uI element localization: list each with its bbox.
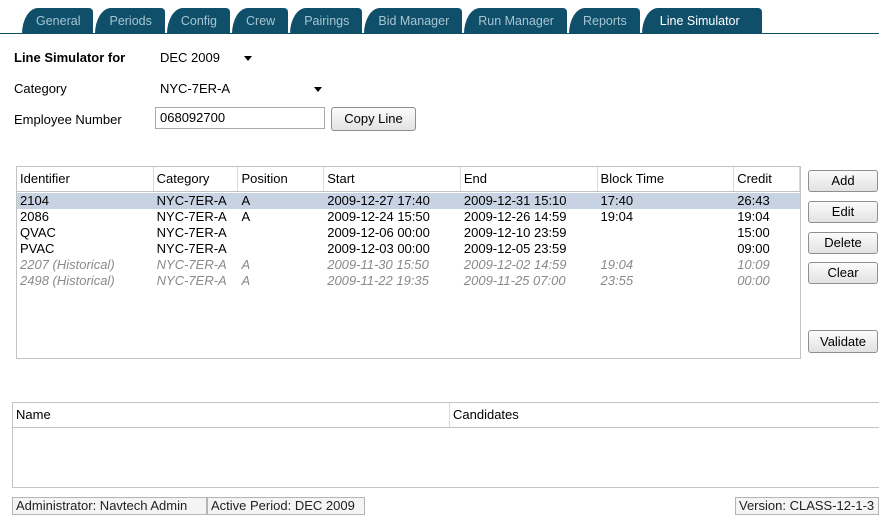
delete-button[interactable]: Delete — [808, 232, 878, 254]
table-cell: NYC-7ER-A — [156, 241, 227, 256]
tab-strip: General Periods Config Crew Pairings Bid Mana… — [22, 8, 764, 34]
table-cell — [238, 225, 324, 241]
table-cell: NYC-7ER-A — [156, 209, 227, 224]
table-cell: A — [241, 193, 251, 208]
category-select-value: NYC-7ER-A — [160, 81, 231, 96]
column-header-credit[interactable]: Credit — [734, 167, 801, 191]
employee-number-label: Employee Number — [14, 112, 122, 127]
table-cell: A — [241, 209, 251, 224]
tab-underline — [0, 33, 879, 34]
table-cell: 19:04 — [600, 257, 634, 272]
period-select-value: DEC 2009 — [160, 50, 220, 65]
table-cell: 2009-12-27 17:40 — [327, 193, 430, 208]
table-cell: NYC-7ER-A — [156, 273, 227, 288]
category-label: Category — [14, 81, 67, 96]
table-cell: A — [241, 273, 251, 288]
candidates-table: Name Candidates — [12, 402, 879, 488]
table-cell: 2207 (Historical) — [20, 257, 115, 272]
candidates-table-header: Name Candidates — [13, 403, 879, 428]
table-cell — [598, 241, 735, 257]
tab-general[interactable]: General — [22, 8, 94, 34]
table-cell: 2009-12-03 00:00 — [327, 241, 430, 256]
line-table-header: Identifier Category Position Start End Block … — [17, 166, 801, 192]
table-cell: 10:09 — [737, 257, 770, 272]
tab-bar: General Periods Config Crew Pairings Bid Mana… — [0, 0, 879, 34]
table-cell: 2009-12-24 15:50 — [327, 209, 430, 224]
table-cell: 2009-12-10 23:59 — [463, 225, 567, 240]
column-header-block-time[interactable]: Block Time — [598, 167, 735, 191]
column-header-category[interactable]: Category — [154, 167, 239, 191]
table-cell: 19:04 — [600, 209, 634, 224]
chevron-down-icon — [314, 87, 322, 92]
tab-config[interactable]: Config — [166, 8, 231, 34]
copy-line-button[interactable]: Copy Line — [331, 107, 416, 131]
line-simulator-label: Line Simulator for — [14, 50, 126, 65]
status-admin: Administrator: Navtech Admin — [12, 497, 207, 515]
table-cell: PVAC — [20, 241, 55, 256]
table-cell: 2009-11-30 15:50 — [327, 257, 429, 272]
table-row[interactable]: 2086 NYC-7ER-A A 2009-12-24 15:50 2009-12-26… — [17, 209, 800, 225]
table-row[interactable]: 2498 (Historical) NYC-7ER-A A 2009-11-22 19… — [17, 273, 800, 289]
status-active-period: Active Period: DEC 2009 — [207, 497, 365, 515]
validate-button[interactable]: Validate — [808, 330, 878, 353]
status-version: Version: CLASS-12-1-3 — [735, 497, 879, 515]
period-select[interactable]: DEC 2009 — [155, 48, 256, 68]
chevron-down-icon — [244, 56, 252, 61]
table-cell — [598, 225, 735, 241]
clear-button[interactable]: Clear — [808, 262, 878, 284]
table-row[interactable]: QVAC NYC-7ER-A 2009-12-06 00:00 2009-12-10 … — [17, 225, 800, 241]
table-cell: 2009-12-05 23:59 — [463, 241, 567, 256]
column-header-candidates[interactable]: Candidates — [450, 403, 878, 427]
tab-crew[interactable]: Crew — [232, 8, 289, 34]
table-cell: 2009-12-06 00:00 — [327, 225, 430, 240]
tab-reports[interactable]: Reports — [568, 8, 640, 34]
table-cell: 2009-11-25 07:00 — [463, 273, 566, 288]
tab-periods[interactable]: Periods — [95, 8, 165, 34]
table-cell — [238, 241, 324, 257]
table-cell: NYC-7ER-A — [156, 257, 227, 272]
add-button[interactable]: Add — [808, 170, 878, 192]
table-cell: NYC-7ER-A — [156, 193, 227, 208]
table-row[interactable]: 2207 (Historical) NYC-7ER-A A 2009-11-30 15… — [17, 257, 800, 273]
table-cell: 26:43 — [737, 193, 770, 208]
table-cell: 23:55 — [600, 273, 634, 288]
table-cell: 09:00 — [737, 241, 770, 256]
table-cell: 17:40 — [600, 193, 634, 208]
table-cell: 2009-12-26 14:59 — [463, 209, 567, 224]
table-cell: QVAC — [20, 225, 56, 240]
column-header-end[interactable]: End — [461, 167, 598, 191]
table-cell: 2104 — [20, 193, 49, 208]
table-cell: 15:00 — [737, 225, 770, 240]
tab-pairings[interactable]: Pairings — [290, 8, 363, 34]
table-cell: 00:00 — [737, 273, 770, 288]
table-cell: NYC-7ER-A — [156, 225, 227, 240]
column-header-identifier[interactable]: Identifier — [17, 167, 154, 191]
table-cell: 2009-12-31 15:10 — [463, 193, 567, 208]
edit-button[interactable]: Edit — [808, 201, 878, 223]
category-select[interactable]: NYC-7ER-A — [155, 79, 326, 99]
table-cell: 2009-11-22 19:35 — [327, 273, 429, 288]
table-row[interactable]: 2104 NYC-7ER-A A 2009-12-27 17:40 2009-12-31… — [17, 193, 800, 209]
table-cell: 2086 — [20, 209, 49, 224]
table-cell: 19:04 — [737, 209, 770, 224]
tab-line-simulator[interactable]: Line Simulator — [641, 8, 762, 34]
table-cell: 2498 (Historical) — [20, 273, 115, 288]
column-header-position[interactable]: Position — [238, 167, 325, 191]
tab-bid-manager[interactable]: Bid Manager — [364, 8, 463, 34]
tab-run-manager[interactable]: Run Manager — [464, 8, 567, 34]
column-header-start[interactable]: Start — [324, 167, 461, 191]
table-cell: 2009-12-02 14:59 — [463, 257, 567, 272]
table-row[interactable]: PVAC NYC-7ER-A 2009-12-03 00:00 2009-12-05 … — [17, 241, 800, 257]
line-table: Identifier Category Position Start End Block … — [16, 166, 801, 359]
column-header-name[interactable]: Name — [13, 403, 450, 427]
table-cell: A — [241, 257, 251, 272]
employee-number-input[interactable]: 068092700 — [155, 107, 325, 129]
